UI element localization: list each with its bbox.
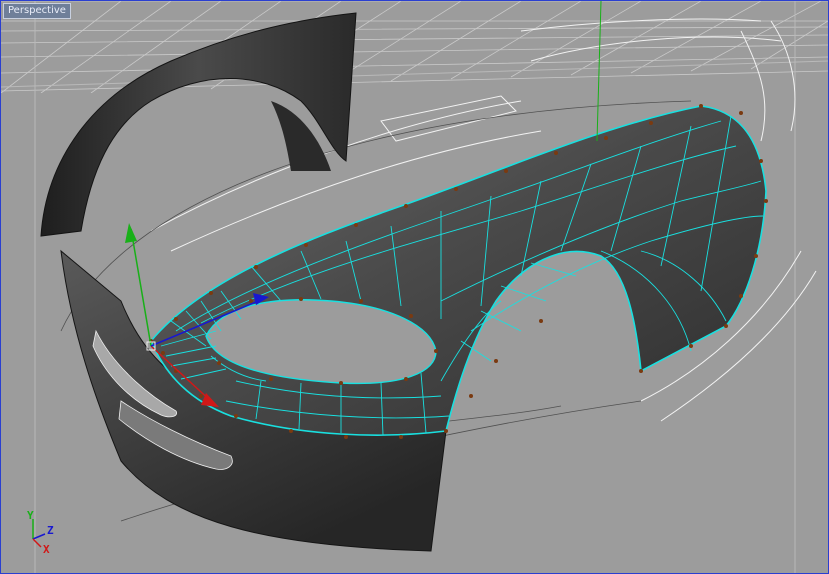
scene-canvas[interactable] [1,1,828,573]
axis-tripod: Y Z X [23,509,63,559]
axis-y-label: Y [27,509,34,522]
axis-z-label: Z [47,524,54,537]
perspective-viewport[interactable]: Perspective Y Z X [0,0,829,574]
ground-grid [1,1,828,94]
viewport-label[interactable]: Perspective [3,3,71,19]
axis-x-label: X [43,543,50,556]
